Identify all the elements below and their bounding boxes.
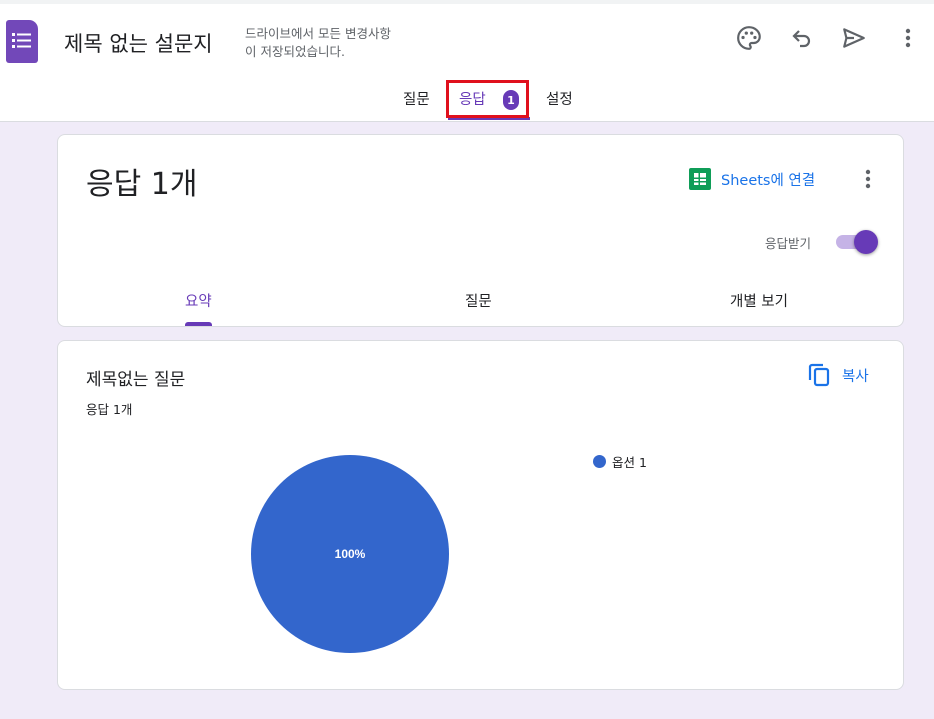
highlight-box [446,80,529,118]
responses-summary-card: 응답 1개 Sheets에 연결 응답받기 요약 질문 개별 보기 [57,134,904,327]
sheets-link-label: Sheets에 연결 [721,172,816,189]
palette-icon[interactable] [733,22,765,54]
pie-slice-label: 100% [335,547,366,561]
question-title: 제목없는 질문 [86,370,186,390]
save-status-line2: 이 저장되었습니다. [245,44,345,59]
tab-settings[interactable]: 설정 [546,88,573,109]
copy-label: 복사 [842,368,869,385]
form-title[interactable]: 제목 없는 설문지 [64,28,213,58]
tab-questions[interactable]: 질문 [403,88,430,109]
active-subtab-indicator [185,322,212,326]
top-app-bar: 제목 없는 설문지 드라이브에서 모든 변경사항 이 저장되었습니다. 질문 응… [0,0,934,122]
question-response-count: 응답 1개 [86,402,133,417]
toggle-knob[interactable] [854,230,878,254]
subtab-question[interactable]: 질문 [465,290,492,311]
sheets-icon [689,168,711,190]
save-status: 드라이브에서 모든 변경사항 이 저장되었습니다. [245,25,435,61]
forms-list-icon[interactable] [6,20,38,63]
copy-icon [808,363,830,387]
accepting-responses-label: 응답받기 [765,236,812,251]
copy-chart-button[interactable]: 복사 [808,363,869,387]
question-summary-card: 제목없는 질문 응답 1개 복사 100% 옵션 1 [57,340,904,690]
responses-title: 응답 1개 [86,167,198,202]
undo-icon[interactable] [786,22,818,54]
subtab-summary[interactable]: 요약 [185,290,212,311]
legend-label: 옵션 1 [612,455,647,470]
more-vert-icon[interactable] [892,22,924,54]
top-edge [0,0,934,4]
chart-legend: 옵션 1 [593,452,647,471]
save-status-line1: 드라이브에서 모든 변경사항 [245,26,391,41]
subtab-individual[interactable]: 개별 보기 [730,290,788,311]
more-vert-icon[interactable] [856,167,880,191]
legend-dot [593,455,606,468]
send-icon[interactable] [838,22,870,54]
pie-chart: 100% [251,455,449,653]
link-to-sheets-button[interactable]: Sheets에 연결 [689,168,815,190]
